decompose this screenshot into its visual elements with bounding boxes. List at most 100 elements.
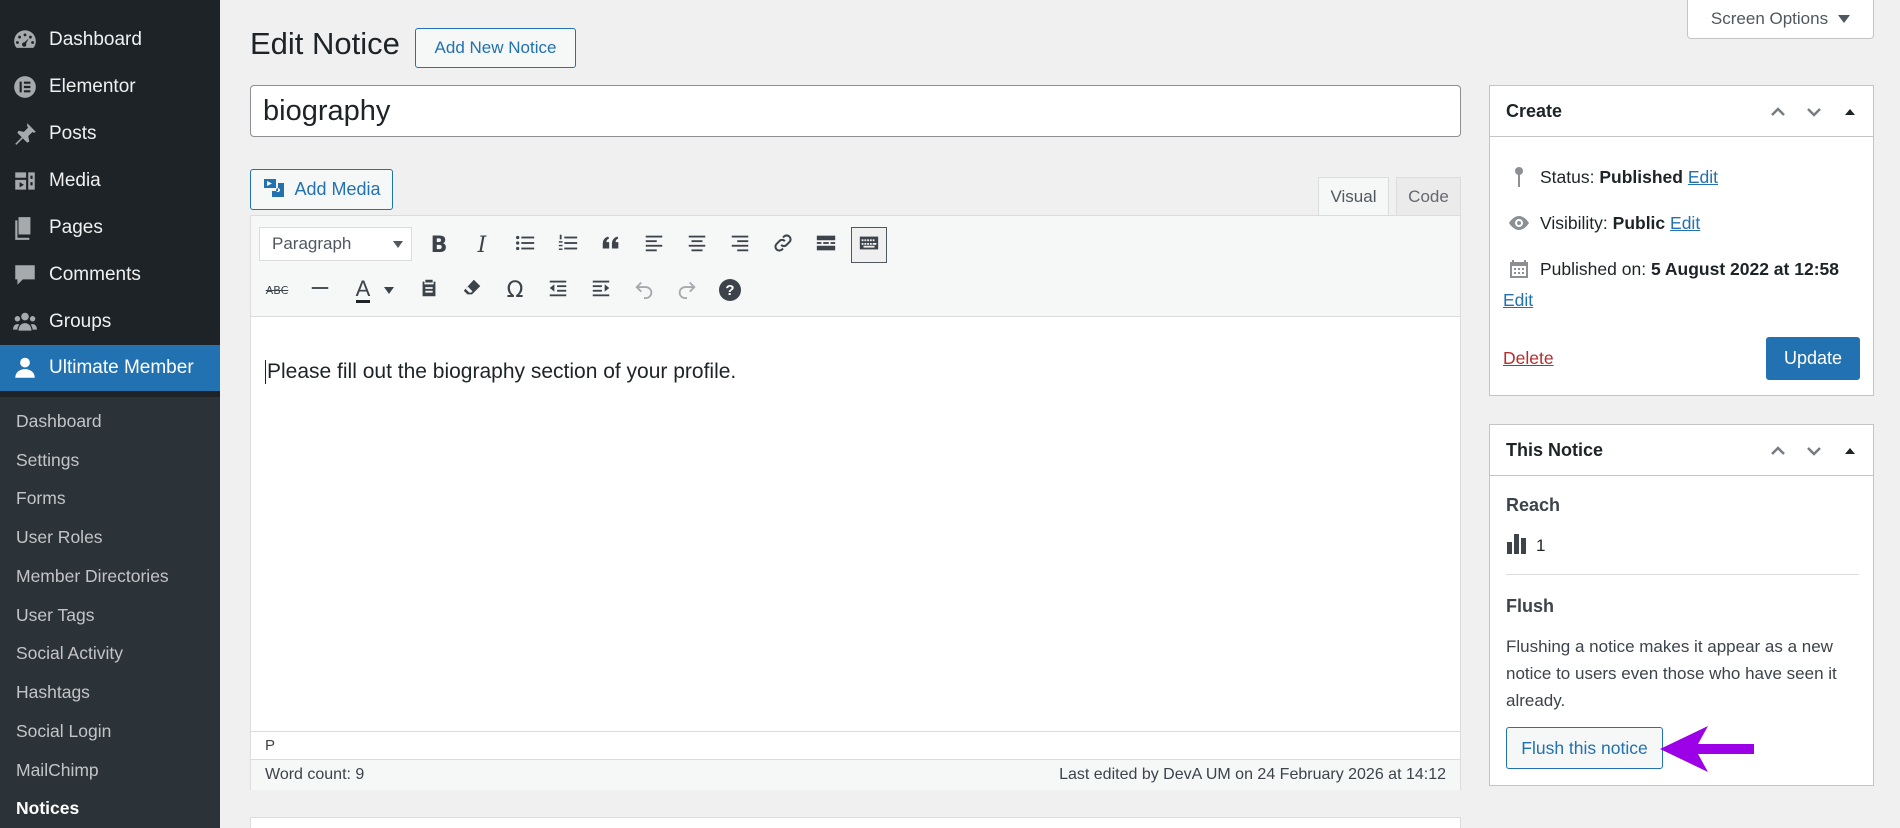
submenu-item-mailchimp[interactable]: MailChimp (16, 760, 99, 781)
tab-code[interactable]: Code (1396, 177, 1461, 216)
move-up-button[interactable] (1765, 438, 1791, 464)
sidebar-item-pages[interactable]: Pages (0, 204, 220, 251)
strikethrough-icon: ABC (265, 283, 289, 297)
toggle-panel-button[interactable] (1837, 99, 1863, 125)
toolbar-toggle-button[interactable] (851, 227, 887, 263)
editor-content[interactable]: Please fill out the biography section of… (265, 360, 736, 384)
box-controls (1765, 425, 1863, 476)
editor-status-bar: Word count: 9 Last edited by DevA UM on … (251, 759, 1460, 790)
submenu-item-dashboard[interactable]: Dashboard (16, 411, 102, 432)
edit-visibility-link[interactable]: Edit (1670, 213, 1700, 234)
italic-button[interactable]: I (464, 227, 500, 263)
bullet-list-button[interactable] (507, 227, 543, 263)
sidebar-item-label: Media (49, 169, 101, 191)
decrease-indent-button[interactable] (540, 272, 576, 308)
published-label: Published on: (1540, 258, 1647, 279)
sidebar-submenu: Dashboard Settings Forms User Roles Memb… (0, 397, 220, 828)
sidebar-item-label: Comments (49, 263, 141, 285)
sidebar-item-elementor[interactable]: Elementor (0, 63, 220, 110)
edit-date-link[interactable]: Edit (1503, 290, 1533, 311)
submenu-item-member-directories[interactable]: Member Directories (16, 566, 169, 587)
paste-text-button[interactable] (411, 272, 447, 308)
triangle-up-icon (1845, 447, 1855, 454)
submenu-item-user-tags[interactable]: User Tags (16, 605, 94, 626)
delete-link[interactable]: Delete (1503, 348, 1554, 369)
undo-button[interactable] (626, 272, 662, 308)
update-button[interactable]: Update (1766, 337, 1860, 380)
align-left-button[interactable] (636, 227, 672, 263)
element-path: P (251, 731, 1460, 759)
groups-icon (11, 308, 39, 336)
submenu-item-user-roles[interactable]: User Roles (16, 527, 103, 548)
word-count: Word count: 9 (265, 766, 365, 783)
toggle-panel-button[interactable] (1837, 438, 1863, 464)
sidebar-item-media[interactable]: Media (0, 157, 220, 204)
insert-link-button[interactable] (765, 227, 801, 263)
elementor-icon (11, 73, 39, 101)
move-down-button[interactable] (1801, 438, 1827, 464)
help-icon: ? (719, 279, 741, 301)
keyboard-icon (858, 232, 880, 259)
text-color-button[interactable]: A (343, 272, 383, 308)
add-media-button[interactable]: Add Media (250, 169, 393, 210)
increase-indent-button[interactable] (583, 272, 619, 308)
submenu-item-forms[interactable]: Forms (16, 488, 66, 509)
bullet-list-icon (514, 232, 536, 259)
visibility-label: Visibility: (1540, 212, 1608, 233)
submenu-item-notices[interactable]: Notices (16, 798, 79, 819)
edit-date-row: Edit (1503, 290, 1533, 311)
tab-visual[interactable]: Visual (1318, 177, 1389, 216)
move-up-button[interactable] (1765, 99, 1791, 125)
edit-status-link[interactable]: Edit (1688, 167, 1718, 188)
sidebar-item-posts[interactable]: Posts (0, 110, 220, 157)
strikethrough-button[interactable]: ABC (259, 272, 295, 308)
screen-options-label: Screen Options (1710, 9, 1829, 28)
annotation-arrow-icon (1660, 726, 1754, 772)
blockquote-button[interactable] (593, 227, 629, 263)
status-label: Status: (1540, 166, 1595, 187)
sidebar-item-ultimate-member[interactable]: Ultimate Member (0, 345, 220, 391)
keyboard-shortcuts-button[interactable]: ? (712, 272, 748, 308)
reach-label: Reach (1506, 495, 1561, 515)
numbered-list-button[interactable] (550, 227, 586, 263)
visibility-value: Public (1612, 212, 1666, 233)
divider (1506, 574, 1859, 575)
flush-description: Flushing a notice makes it appear as a n… (1506, 637, 1837, 710)
add-new-notice-button[interactable]: Add New Notice (415, 28, 576, 68)
reach-value: 1 (1536, 535, 1546, 555)
submenu-item-hashtags[interactable]: Hashtags (16, 682, 90, 703)
flush-notice-button[interactable]: Flush this notice (1506, 727, 1663, 769)
bold-button[interactable]: B (421, 227, 457, 263)
screen-options-button[interactable]: Screen Options (1687, 0, 1874, 39)
submenu-item-settings[interactable]: Settings (16, 450, 79, 471)
text-color-dropdown[interactable] (381, 272, 397, 308)
sidebar-item-groups[interactable]: Groups (0, 298, 220, 345)
chevron-down-icon (1807, 446, 1821, 456)
submenu-item-social-login[interactable]: Social Login (16, 721, 111, 742)
format-select[interactable]: Paragraph (259, 227, 412, 261)
sidebar-item-label: Pages (49, 216, 103, 238)
reach-row: 1 (1506, 532, 1545, 559)
clear-formatting-button[interactable] (454, 272, 490, 308)
bar-chart-icon (1506, 532, 1528, 559)
align-center-button[interactable] (679, 227, 715, 263)
omega-icon: Ω (506, 277, 524, 303)
align-center-icon (686, 232, 708, 259)
sidebar-item-comments[interactable]: Comments (0, 251, 220, 298)
sidebar-item-dashboard[interactable]: Dashboard (0, 16, 220, 63)
move-down-button[interactable] (1801, 99, 1827, 125)
sidebar-item-label: Groups (49, 310, 112, 332)
title-input[interactable]: biography (250, 85, 1461, 137)
horizontal-line-button[interactable] (302, 272, 338, 308)
admin-sidebar: Dashboard Elementor Posts Media Pages Co… (0, 0, 220, 828)
published-value: 5 August 2022 at 12:58 (1650, 258, 1839, 279)
eraser-icon (461, 277, 483, 304)
submenu-item-social-activity[interactable]: Social Activity (16, 643, 123, 664)
align-right-button[interactable] (722, 227, 758, 263)
user-icon (11, 354, 39, 382)
sidebar-item-label: Dashboard (49, 28, 142, 50)
read-more-button[interactable] (808, 227, 844, 263)
special-character-button[interactable]: Ω (497, 272, 533, 308)
redo-button[interactable] (669, 272, 705, 308)
pages-icon (11, 214, 39, 242)
